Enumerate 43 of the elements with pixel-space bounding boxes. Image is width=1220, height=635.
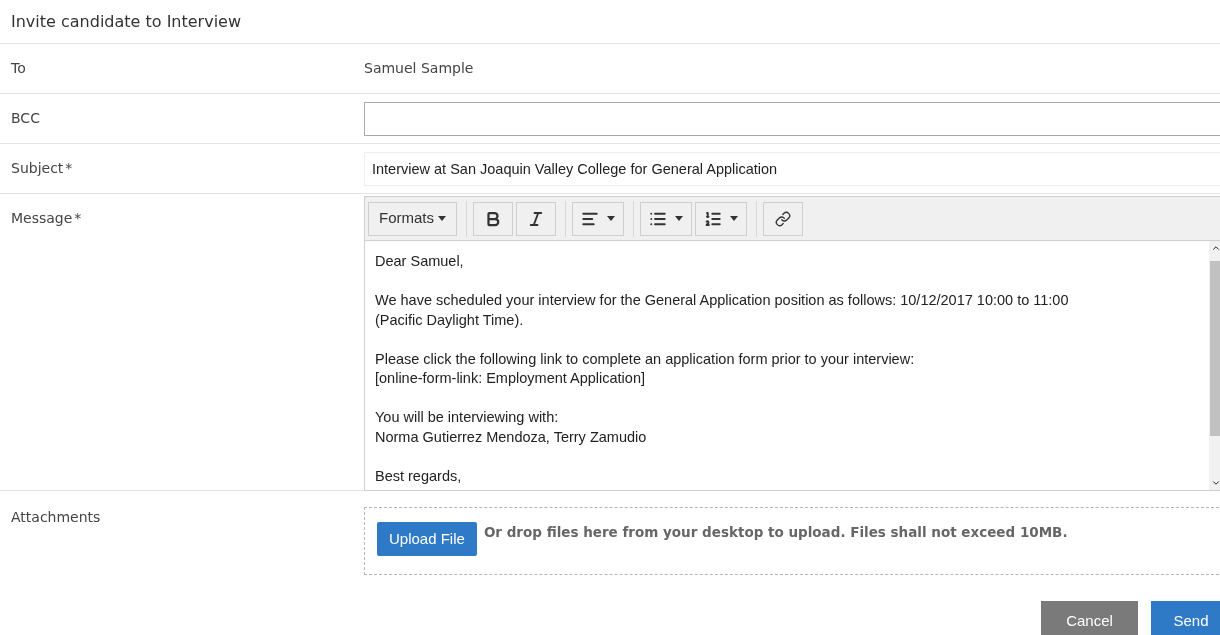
message-line: Please click the following link to complete an application form prior to your interview:	[375, 349, 915, 369]
message-line: Best regards,	[375, 466, 462, 486]
scroll-up-icon	[1211, 243, 1220, 253]
message-line: You will be interviewing with:	[375, 408, 559, 427]
link-icon	[775, 210, 791, 227]
message-line: [online-form-link: Employment Application]	[375, 369, 645, 388]
caret-icon	[730, 216, 738, 221]
field-label: Subject	[11, 159, 64, 178]
message-line: We have scheduled your interview for the General Application position as follows: 10/12/2017 10:00 to 11:00	[375, 291, 1069, 310]
required-marker: *	[65, 159, 73, 178]
bold-icon	[484, 209, 502, 228]
field-label: To	[11, 59, 26, 78]
caret-icon	[438, 216, 446, 221]
bullets-button[interactable]	[640, 201, 692, 236]
cancel-button[interactable]: Cancel	[1041, 601, 1138, 635]
required-marker: *	[74, 209, 82, 228]
send-button[interactable]: Send	[1151, 601, 1220, 635]
field-label: Message	[11, 209, 73, 228]
dialog-title: Invite candidate to Interview	[11, 10, 242, 33]
drop-zone[interactable]: Upload File Or drop files here from your desktop to upload. Files shall not exceed 10MB.	[364, 507, 1220, 575]
bold-button[interactable]	[473, 201, 513, 236]
upload-hint: Or drop files here from your desktop to upload. Files shall not exceed 10MB.	[483, 523, 1068, 542]
message-line: (Pacific Daylight Time).	[375, 310, 524, 330]
bcc-field[interactable]	[364, 101, 1220, 136]
link-button[interactable]	[763, 201, 803, 236]
scrollbar-thumb[interactable]	[1210, 261, 1220, 436]
caret-icon	[607, 216, 615, 221]
numbers-button[interactable]	[695, 201, 747, 236]
recipient-name: Samuel Sample	[364, 59, 474, 78]
italic-button[interactable]	[516, 201, 556, 236]
caret-icon	[675, 216, 683, 221]
subject-field[interactable]: Interview at San Joaquin Valley College for General Application	[364, 151, 1220, 186]
message-line: Dear Samuel,	[375, 252, 464, 271]
upload-file-button[interactable]: Upload File	[377, 522, 477, 556]
italic-icon	[527, 209, 545, 228]
scrollbar[interactable]	[1209, 241, 1220, 490]
numbered-list-icon	[704, 209, 722, 228]
field-label: Attachments	[11, 508, 101, 527]
message-line: Norma Gutierrez Mendoza, Terry Zamudio	[375, 427, 647, 447]
formats-dropdown[interactable]: Formats	[368, 201, 457, 236]
scroll-down-icon	[1211, 478, 1220, 488]
field-label: BCC	[11, 109, 40, 128]
align-button[interactable]	[572, 201, 624, 236]
